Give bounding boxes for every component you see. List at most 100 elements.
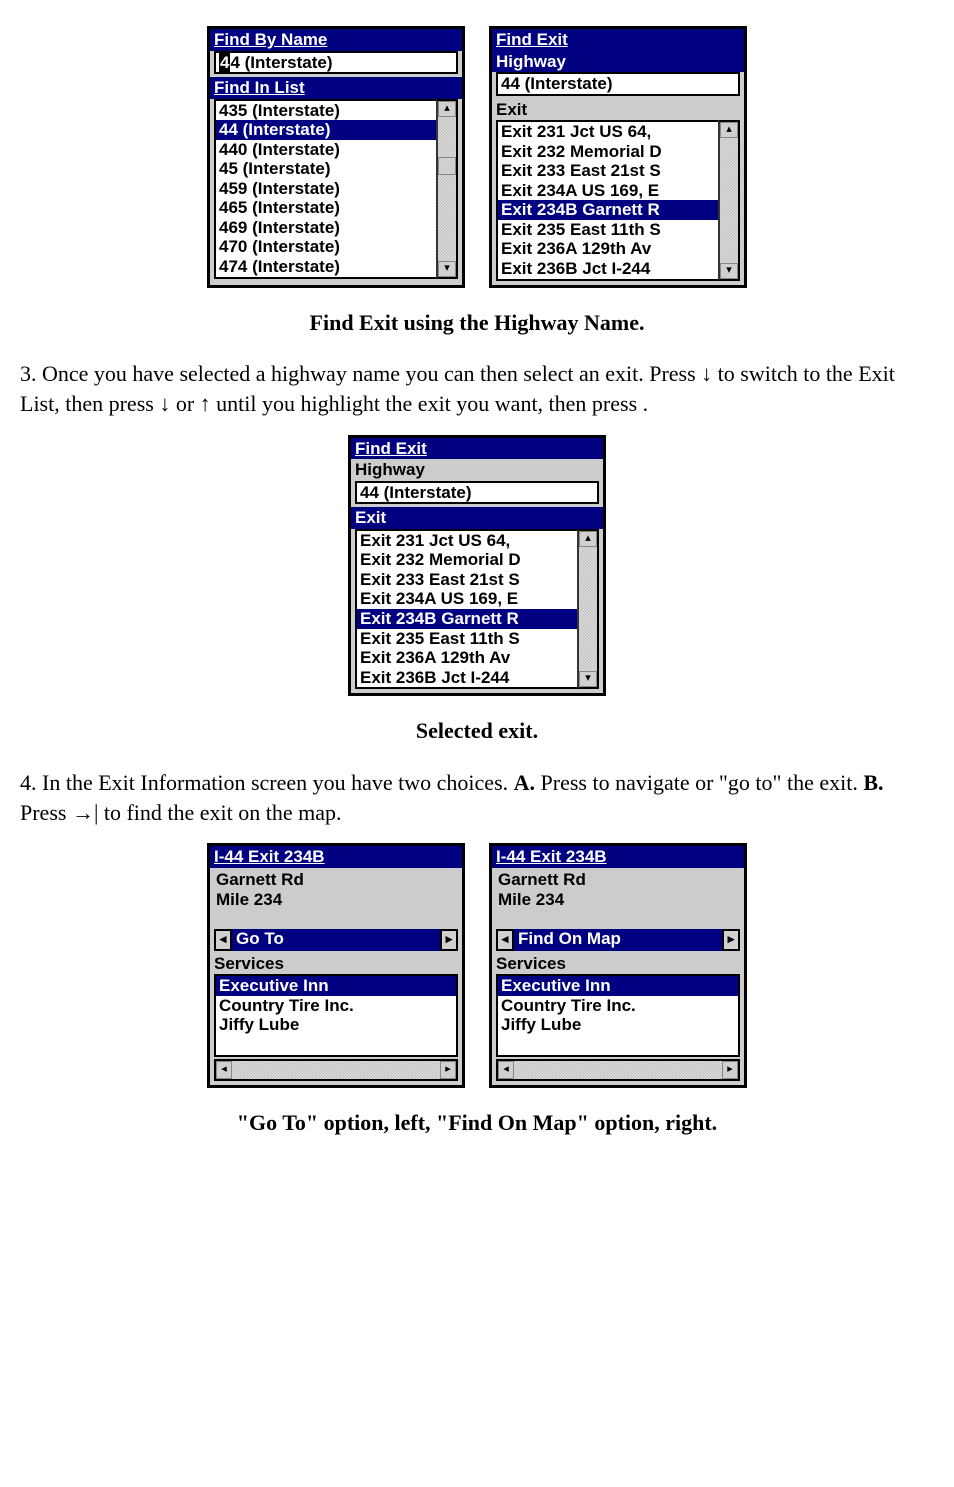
scroll-up-icon[interactable]: ▴ <box>720 122 738 138</box>
list-item[interactable]: 44 (Interstate) <box>216 120 436 140</box>
highway-value[interactable]: 44 (Interstate) <box>355 481 599 505</box>
vertical-scrollbar[interactable]: ▴ ▾ <box>718 120 740 280</box>
horizontal-scrollbar[interactable]: ◂ ▸ <box>496 1059 740 1081</box>
list-item[interactable]: 465 (Interstate) <box>216 198 436 218</box>
list-item[interactable]: Exit 234B Garnett R <box>357 609 577 629</box>
list-item[interactable]: 435 (Interstate) <box>216 101 436 121</box>
exit-mile: Mile 234 <box>216 890 456 910</box>
list-item[interactable]: 45 (Interstate) <box>216 159 436 179</box>
list-item[interactable]: 469 (Interstate) <box>216 218 436 238</box>
list-item[interactable]: Exit 232 Memorial D <box>498 142 718 162</box>
exit-road-name: Garnett Rd <box>498 870 738 890</box>
exit-info-title: I-44 Exit 234B <box>210 846 462 868</box>
p4-text-b: Press to navigate or "go to" the exit. <box>535 770 863 795</box>
list-item[interactable]: Exit 234A US 169, E <box>357 589 577 609</box>
figure-3-caption: "Go To" option, left, "Find On Map" opti… <box>20 1108 934 1138</box>
find-exit-title: Find Exit <box>492 29 744 51</box>
service-item[interactable]: Executive Inn <box>216 976 456 996</box>
list-item[interactable]: Exit 233 East 21st S <box>498 161 718 181</box>
horizontal-scrollbar[interactable]: ◂ ▸ <box>214 1059 458 1081</box>
highway-value[interactable]: 44 (Interstate) <box>496 72 740 96</box>
scroll-down-icon[interactable]: ▾ <box>579 671 597 687</box>
find-exit-screen-2: Find Exit Highway 44 (Interstate) Exit E… <box>348 435 606 697</box>
list-item[interactable]: Exit 235 East 11th S <box>357 629 577 649</box>
highway-name-input[interactable]: 44 (Interstate) <box>214 51 458 75</box>
service-item[interactable]: Country Tire Inc. <box>498 996 738 1016</box>
exit-info-body: Garnett Rd Mile 234 <box>492 868 744 929</box>
list-item[interactable]: Exit 236A 129th Av <box>498 239 718 259</box>
list-item[interactable]: Exit 235 East 11th S <box>498 220 718 240</box>
hscroll-right-icon[interactable]: ▸ <box>440 1061 456 1079</box>
p4-text-c: Press →| to find the exit on the map. <box>20 800 342 825</box>
exit-mile: Mile 234 <box>498 890 738 910</box>
exit-info-body: Garnett Rd Mile 234 <box>210 868 462 929</box>
action-left-arrow-icon[interactable]: ◂ <box>496 929 514 951</box>
scroll-up-icon[interactable]: ▴ <box>579 531 597 547</box>
find-in-list-title: Find In List <box>210 77 462 99</box>
service-item[interactable]: Jiffy Lube <box>498 1015 738 1035</box>
list-item[interactable]: Exit 232 Memorial D <box>357 550 577 570</box>
find-by-name-title: Find By Name <box>210 29 462 51</box>
action-selector[interactable]: ◂ Find On Map ▸ <box>496 929 740 951</box>
services-label: Services <box>210 953 462 975</box>
vertical-scrollbar[interactable]: ▴ ▾ <box>436 99 458 279</box>
vertical-scrollbar[interactable]: ▴ ▾ <box>577 529 599 689</box>
figure-1-caption: Find Exit using the Highway Name. <box>20 308 934 338</box>
list-item[interactable]: Exit 236A 129th Av <box>357 648 577 668</box>
services-list[interactable]: Executive InnCountry Tire Inc.Jiffy Lube <box>214 974 458 1057</box>
exit-listbox-wrap: Exit 231 Jct US 64,Exit 232 Memorial DEx… <box>355 529 599 689</box>
list-item[interactable]: Exit 231 Jct US 64, <box>498 122 718 142</box>
action-right-arrow-icon[interactable]: ▸ <box>722 929 740 951</box>
exit-label: Exit <box>492 99 744 121</box>
figure-2-row: Find Exit Highway 44 (Interstate) Exit E… <box>20 435 934 697</box>
exit-road-name: Garnett Rd <box>216 870 456 890</box>
services-label: Services <box>492 953 744 975</box>
list-item[interactable]: 470 (Interstate) <box>216 237 436 257</box>
list-item[interactable]: Exit 233 East 21st S <box>357 570 577 590</box>
list-item[interactable]: 440 (Interstate) <box>216 140 436 160</box>
list-item[interactable]: Exit 236B Jct I-244 <box>357 668 577 688</box>
list-item[interactable]: Exit 231 Jct US 64, <box>357 531 577 551</box>
highway-label: Highway <box>351 459 603 481</box>
action-selector[interactable]: ◂ Go To ▸ <box>214 929 458 951</box>
list-item[interactable]: Exit 236B Jct I-244 <box>498 259 718 279</box>
service-item[interactable]: Executive Inn <box>498 976 738 996</box>
action-label: Find On Map <box>514 929 722 951</box>
exit-listbox[interactable]: Exit 231 Jct US 64,Exit 232 Memorial DEx… <box>496 120 718 280</box>
list-item[interactable]: Exit 234A US 169, E <box>498 181 718 201</box>
scroll-down-icon[interactable]: ▾ <box>438 261 456 277</box>
exit-info-findonmap-screen: I-44 Exit 234B Garnett Rd Mile 234 ◂ Fin… <box>489 843 747 1088</box>
figure-1-row: Find By Name 44 (Interstate) Find In Lis… <box>20 26 934 288</box>
services-list[interactable]: Executive InnCountry Tire Inc.Jiffy Lube <box>496 974 740 1057</box>
scroll-up-icon[interactable]: ▴ <box>438 101 456 117</box>
hscroll-left-icon[interactable]: ◂ <box>498 1061 514 1079</box>
figure-2-caption: Selected exit. <box>20 716 934 746</box>
list-item[interactable]: 474 (Interstate) <box>216 257 436 277</box>
exit-listbox[interactable]: Exit 231 Jct US 64,Exit 232 Memorial DEx… <box>355 529 577 689</box>
exit-label: Exit <box>351 507 603 529</box>
find-exit-title: Find Exit <box>351 438 603 460</box>
hscroll-right-icon[interactable]: ▸ <box>722 1061 738 1079</box>
highway-listbox-wrap: 435 (Interstate)44 (Interstate)440 (Inte… <box>214 99 458 279</box>
p4-text-a: 4. In the Exit Information screen you ha… <box>20 770 514 795</box>
scroll-thumb[interactable] <box>438 157 456 175</box>
exit-listbox-wrap: Exit 231 Jct US 64,Exit 232 Memorial DEx… <box>496 120 740 280</box>
input-rest: 4 (Interstate) <box>230 53 332 72</box>
action-label: Go To <box>232 929 440 951</box>
list-item[interactable]: Exit 234B Garnett R <box>498 200 718 220</box>
figure-3-row: I-44 Exit 234B Garnett Rd Mile 234 ◂ Go … <box>20 843 934 1088</box>
paragraph-step-3: 3. Once you have selected a highway name… <box>20 359 934 418</box>
exit-info-title: I-44 Exit 234B <box>492 846 744 868</box>
action-right-arrow-icon[interactable]: ▸ <box>440 929 458 951</box>
find-by-name-screen: Find By Name 44 (Interstate) Find In Lis… <box>207 26 465 288</box>
find-exit-screen-1: Find Exit Highway 44 (Interstate) Exit E… <box>489 26 747 288</box>
list-item[interactable]: 459 (Interstate) <box>216 179 436 199</box>
highway-label: Highway <box>492 51 744 73</box>
service-item[interactable]: Country Tire Inc. <box>216 996 456 1016</box>
action-left-arrow-icon[interactable]: ◂ <box>214 929 232 951</box>
scroll-down-icon[interactable]: ▾ <box>720 263 738 279</box>
hscroll-left-icon[interactable]: ◂ <box>216 1061 232 1079</box>
highway-listbox[interactable]: 435 (Interstate)44 (Interstate)440 (Inte… <box>214 99 436 279</box>
service-item[interactable]: Jiffy Lube <box>216 1015 456 1035</box>
p4-bold-b: B. <box>863 770 883 795</box>
